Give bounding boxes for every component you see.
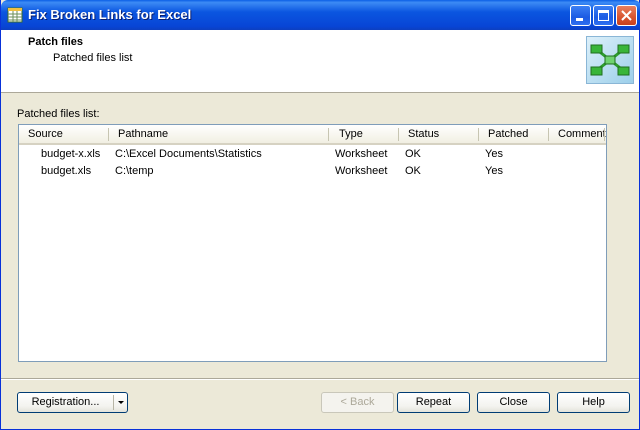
column-header-comment[interactable]: Comment (558, 128, 606, 140)
dropdown-arrow-icon[interactable] (116, 393, 126, 419)
column-divider[interactable] (328, 128, 329, 141)
spreadsheet-app-icon (7, 7, 23, 23)
column-divider[interactable] (478, 128, 479, 141)
column-header-source[interactable]: Source (28, 128, 63, 140)
page-subtitle: Patched files list (53, 52, 133, 64)
column-divider[interactable] (604, 128, 605, 141)
close-window-button[interactable] (616, 5, 637, 26)
close-icon (621, 10, 632, 21)
row-pathname: C:\temp (115, 165, 154, 177)
help-button[interactable]: Help (557, 392, 630, 413)
page-title: Patch files (28, 36, 84, 48)
row-patched: Yes (485, 148, 503, 160)
row-type: Worksheet (335, 148, 388, 160)
patched-files-list[interactable]: Source Pathname Type Status Patched Comm… (18, 124, 607, 362)
registration-button[interactable]: Registration... (17, 392, 128, 413)
back-button[interactable]: < Back (321, 392, 394, 413)
wizard-header: Patch files Patched files list (1, 30, 639, 93)
window-title: Fix Broken Links for Excel (28, 7, 192, 22)
patched-files-list-label: Patched files list: (17, 108, 100, 120)
registration-button-label: Registration... (31, 396, 100, 408)
title-bar[interactable]: Fix Broken Links for Excel (1, 0, 640, 30)
link-network-logo-icon (586, 36, 634, 84)
row-status: OK (405, 165, 421, 177)
column-header-patched[interactable]: Patched (488, 128, 528, 140)
split-divider (113, 395, 114, 410)
row-source: budget.xls (41, 165, 92, 177)
column-header-status[interactable]: Status (408, 128, 439, 140)
list-header: Source Pathname Type Status Patched Comm… (19, 125, 606, 145)
minimize-button[interactable] (570, 5, 591, 26)
row-patched: Yes (485, 165, 503, 177)
repeat-button[interactable]: Repeat (397, 392, 470, 413)
row-status: OK (405, 148, 421, 160)
footer-divider (1, 378, 639, 380)
maximize-icon (598, 10, 609, 21)
column-header-type[interactable]: Type (339, 128, 363, 140)
column-divider[interactable] (398, 128, 399, 141)
column-divider[interactable] (548, 128, 549, 141)
close-button[interactable]: Close (477, 392, 550, 413)
row-type: Worksheet (335, 165, 388, 177)
maximize-button[interactable] (593, 5, 614, 26)
minimize-icon (576, 18, 583, 21)
main-window: Fix Broken Links for Excel Patch files P… (0, 0, 640, 430)
row-pathname: C:\Excel Documents\Statistics (115, 148, 262, 160)
row-source: budget-x.xls (41, 148, 101, 160)
column-divider[interactable] (108, 128, 109, 141)
column-header-pathname[interactable]: Pathname (118, 128, 168, 140)
